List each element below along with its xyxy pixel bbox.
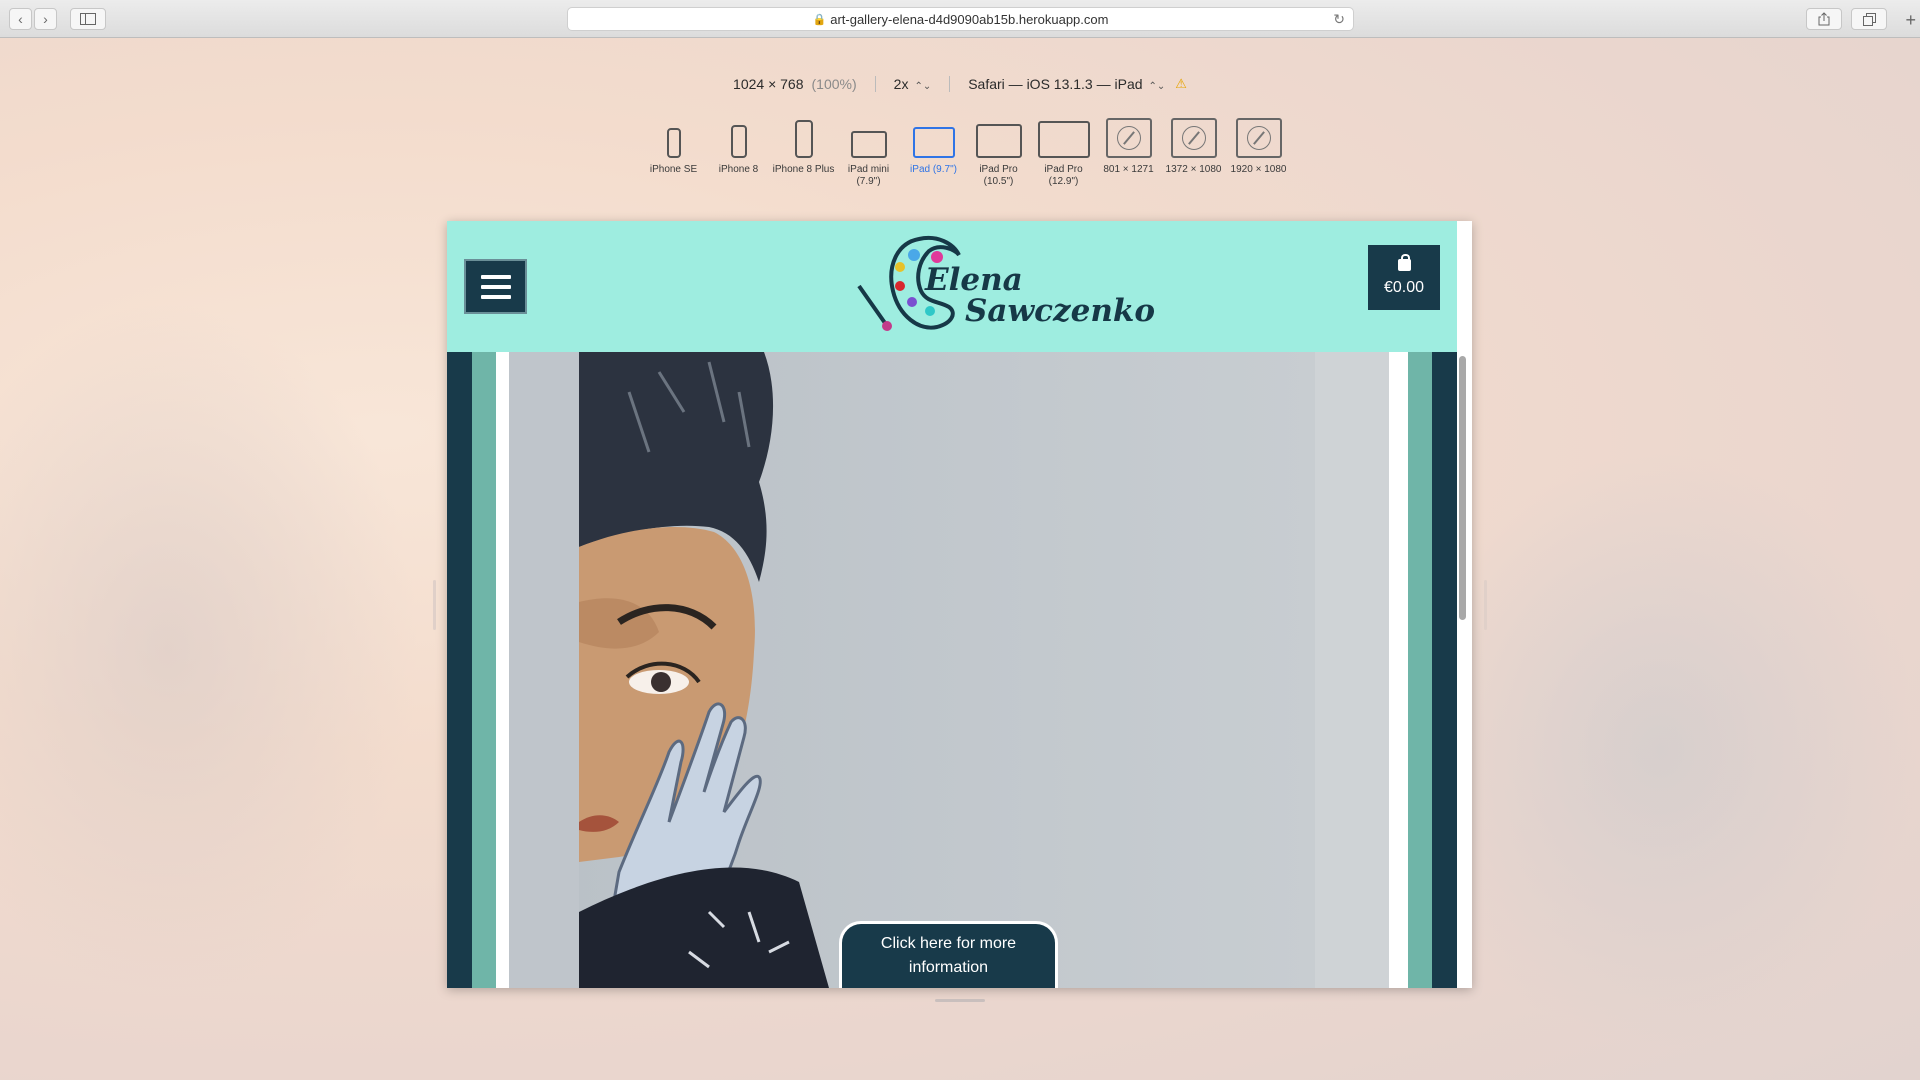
device-ipad-mini[interactable]: iPad mini (7.9") <box>836 118 901 188</box>
frame-stripe <box>1408 352 1432 988</box>
more-info-button[interactable]: Click here for more information <box>839 921 1058 988</box>
cart-total: €0.00 <box>1383 278 1425 296</box>
device-label: iPhone 8 Plus <box>772 164 835 175</box>
back-button[interactable]: ‹ <box>9 8 32 30</box>
hamburger-icon <box>480 274 511 279</box>
lock-icon: 🔒 <box>812 13 827 26</box>
resize-handle-right[interactable] <box>1484 580 1487 630</box>
shopping-bag-icon <box>1397 253 1411 271</box>
site-header: Elena Sawczenko €0.00 <box>447 221 1457 352</box>
device-iphone-8-plus[interactable]: iPhone 8 Plus <box>771 118 836 188</box>
chevron-right-icon: › <box>43 11 48 27</box>
compass-icon <box>1181 126 1206 150</box>
tablet-icon <box>1037 121 1090 158</box>
phone-icon <box>666 128 681 158</box>
sidebar-button[interactable] <box>70 8 106 30</box>
device-ipad-pro-10-5[interactable]: iPad Pro (10.5") <box>966 118 1031 188</box>
viewport-size[interactable]: 1024 × 768 <box>733 76 803 92</box>
divider <box>874 76 876 92</box>
sidebar-icon <box>80 13 96 25</box>
divider <box>949 76 951 92</box>
tabs-icon <box>1862 12 1876 26</box>
custom-size-frame <box>1235 118 1282 158</box>
updown-icon: ⌃⌄ <box>914 81 932 92</box>
tablet-icon <box>850 131 887 158</box>
device-presets: iPhone SE iPhone 8 iPhone 8 Plus iPad mi… <box>641 118 1291 188</box>
url-text: art-gallery-elena-d4d9090ab15b.herokuapp… <box>830 11 1109 27</box>
tablet-icon <box>975 124 1022 158</box>
browser-toolbar: ‹ › 🔒 art-gallery-elena-d4d9090ab15b.her… <box>0 0 1920 38</box>
new-tab-icon[interactable]: + <box>1905 10 1916 31</box>
compass-icon <box>1246 126 1271 150</box>
device-label: 1920 × 1080 <box>1230 164 1287 175</box>
device-label: 1372 × 1080 <box>1165 164 1222 175</box>
background-blur <box>1400 450 1920 1050</box>
device-label: iPhone SE <box>649 164 698 175</box>
warning-icon: ⚠ <box>1175 76 1187 91</box>
forward-button[interactable]: › <box>34 8 57 30</box>
tabs-button[interactable] <box>1851 8 1887 30</box>
hero-section: Click here for more information <box>447 352 1457 988</box>
resize-handle-left[interactable] <box>433 580 436 630</box>
compass-icon <box>1116 126 1141 150</box>
hero-painting <box>509 352 1389 988</box>
scrollbar[interactable] <box>1459 356 1466 620</box>
device-ipad[interactable]: iPad (9.7") <box>901 118 966 188</box>
address-bar[interactable]: 🔒 art-gallery-elena-d4d9090ab15b.herokua… <box>567 7 1354 31</box>
device-label: iPad (9.7") <box>910 164 957 175</box>
portrait-image <box>579 352 829 988</box>
custom-size-frame <box>1105 118 1152 158</box>
phone-icon <box>730 125 747 158</box>
device-custom-1372[interactable]: 1372 × 1080 <box>1161 118 1226 188</box>
frame-stripe <box>496 352 503 988</box>
user-agent-select[interactable]: Safari — iOS 13.1.3 — iPad ⌃⌄ <box>968 76 1165 92</box>
pixel-ratio-select[interactable]: 2x ⌃⌄ <box>894 76 932 92</box>
device-custom-1920[interactable]: 1920 × 1080 <box>1226 118 1291 188</box>
cart-button[interactable]: €0.00 <box>1368 245 1440 310</box>
background-blur <box>0 300 420 1000</box>
device-label: iPad mini (7.9") <box>847 164 890 187</box>
bottom-handle <box>935 999 985 1002</box>
tablet-icon <box>912 127 955 158</box>
logo-last-name: Sawczenko <box>965 293 1156 329</box>
device-label: 801 × 1271 <box>1103 164 1154 175</box>
frame-stripe <box>1401 352 1408 988</box>
device-label: iPad Pro (10.5") <box>979 164 1018 187</box>
device-ipad-pro-12-9[interactable]: iPad Pro (12.9") <box>1031 118 1096 188</box>
reload-icon[interactable]: ↻ <box>1333 11 1345 28</box>
frame-stripe <box>447 352 472 988</box>
device-label: iPhone 8 <box>718 164 759 175</box>
zoom-percent: (100%) <box>811 76 857 92</box>
device-label: iPad Pro (12.9") <box>1044 164 1083 187</box>
device-iphone-8[interactable]: iPhone 8 <box>706 118 771 188</box>
phone-icon <box>794 120 813 158</box>
responsive-info-bar: 1024 × 768 (100%) 2x ⌃⌄ Safari — iOS 13.1… <box>0 74 1920 94</box>
site-logo[interactable]: Elena Sawczenko <box>857 231 1155 341</box>
frame-stripe <box>472 352 496 988</box>
device-iphone-se[interactable]: iPhone SE <box>641 118 706 188</box>
chevron-left-icon: ‹ <box>18 11 23 27</box>
share-icon <box>1818 12 1830 26</box>
device-viewport: Elena Sawczenko €0.00 Click here for mor… <box>447 221 1472 988</box>
updown-icon: ⌃⌄ <box>1148 81 1166 92</box>
device-custom-801[interactable]: 801 × 1271 <box>1096 118 1161 188</box>
menu-button[interactable] <box>464 259 527 314</box>
custom-size-frame <box>1170 118 1217 158</box>
share-button[interactable] <box>1806 8 1842 30</box>
frame-stripe <box>1432 352 1457 988</box>
logo-first-name: Elena <box>925 262 1023 298</box>
